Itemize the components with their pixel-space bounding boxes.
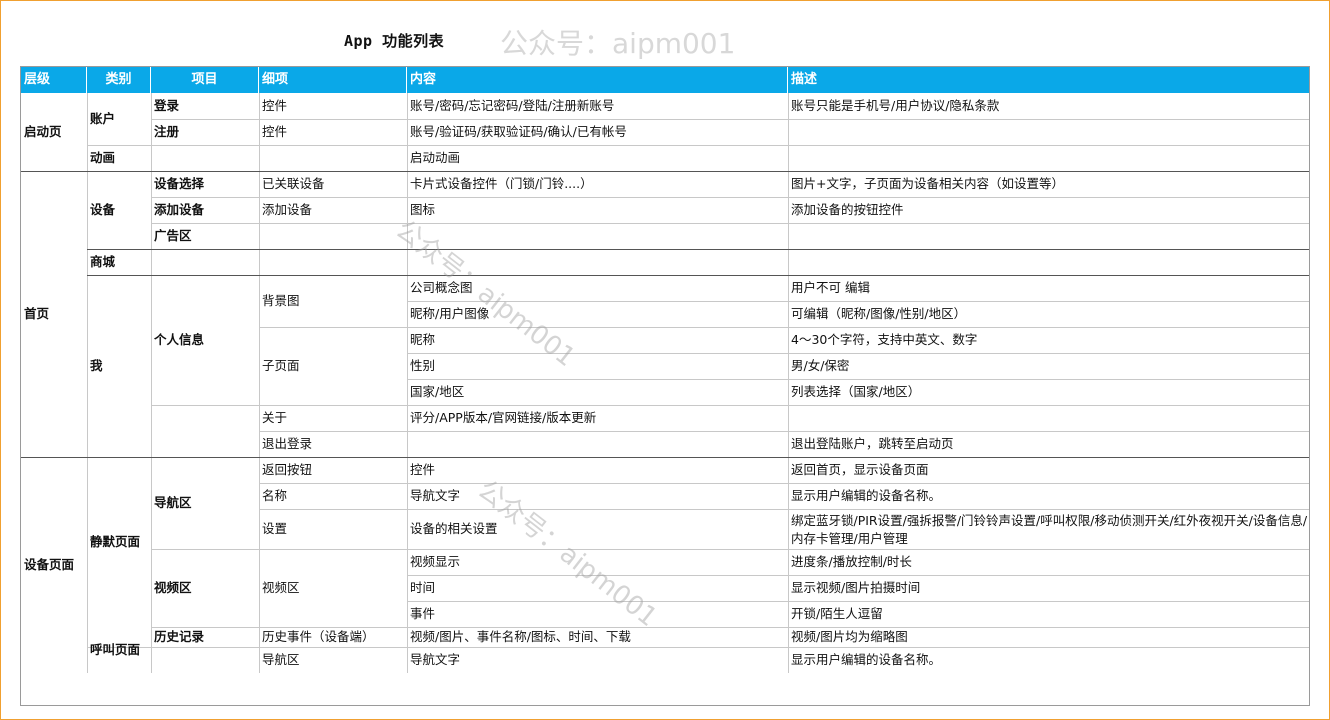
feature-table: 层级 类别 项目 细项 内容 描述 启动页首页设备页面 账户动画设备商城我静默页面…	[20, 66, 1310, 706]
cell-content: 昵称	[410, 332, 436, 347]
cell-desc: 显示用户编辑的设备名称。	[791, 652, 942, 667]
page-title: App 功能列表	[344, 32, 445, 50]
cell-desc: 返回首页，显示设备页面	[791, 462, 929, 477]
header-category: 类别	[87, 67, 151, 93]
item-video-area: 视频区	[154, 580, 192, 595]
cell-content: 导航文字	[410, 488, 461, 503]
cell-desc: 退出登陆账户，跳转至启动页	[791, 436, 954, 451]
watermark-top: 公众号：aipm001	[500, 27, 736, 60]
cell-detail: 设置	[262, 521, 288, 536]
cell-desc	[788, 223, 1309, 249]
cell-desc: 可编辑（昵称/图像/性别/地区）	[791, 306, 967, 321]
category-me: 我	[90, 358, 103, 373]
cell-content: 图标	[410, 202, 436, 217]
item-personal-info: 个人信息	[154, 332, 205, 347]
cell-content: 启动动画	[410, 150, 461, 165]
cell-content: 账号/验证码/获取验证码/确认/已有帐号	[410, 124, 627, 139]
category-animation: 动画	[90, 150, 116, 165]
cell-content	[407, 223, 788, 249]
level-launch: 启动页	[24, 124, 62, 139]
cell-desc: 视频/图片均为缩略图	[791, 629, 908, 644]
item-device-select: 设备选择	[154, 176, 205, 191]
cell-desc: 开锁/陌生人逗留	[791, 606, 883, 621]
cell-content: 账号/密码/忘记密码/登陆/注册新账号	[410, 98, 615, 113]
cell-desc	[788, 145, 1309, 171]
cell-content: 国家/地区	[410, 384, 465, 399]
cell-content: 卡片式设备控件（门锁/门铃....）	[410, 176, 593, 191]
cell-detail: 控件	[262, 124, 288, 139]
cell-content: 性别	[410, 358, 436, 373]
cell-detail: 返回按钮	[262, 462, 313, 477]
level-device-page: 设备页面	[24, 557, 75, 572]
cell-desc	[788, 405, 1309, 431]
cell-desc: 列表选择（国家/地区）	[791, 384, 921, 399]
item-add-device: 添加设备	[154, 202, 205, 217]
cell-content: 控件	[410, 462, 436, 477]
cell-desc: 显示用户编辑的设备名称。	[791, 488, 942, 503]
category-device: 设备	[90, 202, 116, 217]
cell-content: 评分/APP版本/官网链接/版本更新	[410, 410, 597, 425]
cell-content: 视频/图片、事件名称/图标、时间、下载	[410, 629, 631, 644]
cell-detail: 历史事件（设备端）	[262, 629, 375, 644]
item-register: 注册	[154, 124, 180, 139]
cell-detail: 关于	[262, 410, 288, 425]
cell-detail: 名称	[262, 488, 288, 503]
header-item: 项目	[151, 67, 259, 93]
header-desc: 描述	[788, 67, 1309, 93]
category-silent-page: 静默页面	[90, 534, 141, 549]
cell-desc: 进度条/播放控制/时长	[791, 554, 912, 569]
item-ad-area: 广告区	[154, 228, 192, 243]
cell-detail	[259, 145, 407, 171]
cell-detail: 控件	[262, 98, 288, 113]
cell-content: 时间	[410, 580, 436, 595]
cell-desc: 添加设备的按钮控件	[791, 202, 904, 217]
cell-content: 视频显示	[410, 554, 461, 569]
cell-detail: 子页面	[262, 358, 300, 373]
cell-detail: 导航区	[262, 652, 300, 667]
cell-detail: 退出登录	[262, 436, 313, 451]
cell-desc: 图片+文字，子页面为设备相关内容（如设置等）	[791, 176, 1064, 191]
cell-desc	[788, 119, 1309, 145]
cell-content: 公司概念图	[410, 280, 473, 295]
item-nav-area: 导航区	[154, 495, 192, 510]
cell-content: 事件	[410, 606, 436, 621]
cell-detail: 添加设备	[262, 202, 313, 217]
header-content: 内容	[407, 67, 788, 93]
cell-desc: 用户不可 编辑	[791, 280, 870, 295]
cell-detail	[259, 249, 407, 275]
item-login: 登录	[154, 98, 180, 113]
cell-content: 导航文字	[410, 652, 461, 667]
cell-desc: 4～30个字符，支持中英文、数字	[791, 332, 978, 347]
cell-content	[407, 431, 788, 457]
cell-content: 设备的相关设置	[410, 521, 498, 536]
header-detail: 细项	[259, 67, 407, 93]
cell-desc: 显示视频/图片拍摄时间	[791, 580, 921, 595]
cell-desc: 账号只能是手机号/用户协议/隐私条款	[791, 98, 1000, 113]
category-mall: 商城	[90, 254, 116, 269]
cell-content: 昵称/用户图像	[410, 306, 490, 321]
cell-detail: 已关联设备	[262, 176, 325, 191]
cell-desc	[788, 249, 1309, 275]
cell-desc: 绑定蓝牙锁/PIR设置/强拆报警/门铃铃声设置/呼叫权限/移动侦测开关/红外夜视…	[791, 512, 1308, 546]
cell-detail: 背景图	[262, 293, 300, 308]
cell-desc: 男/女/保密	[791, 358, 850, 373]
cell-content	[407, 249, 788, 275]
category-account: 账户	[90, 111, 116, 126]
header-level: 层级	[21, 67, 87, 93]
item-history: 历史记录	[154, 629, 205, 644]
category-call-page: 呼叫页面	[90, 642, 141, 657]
level-home: 首页	[24, 306, 50, 321]
cell-detail	[259, 223, 407, 249]
cell-detail: 视频区	[262, 580, 300, 595]
